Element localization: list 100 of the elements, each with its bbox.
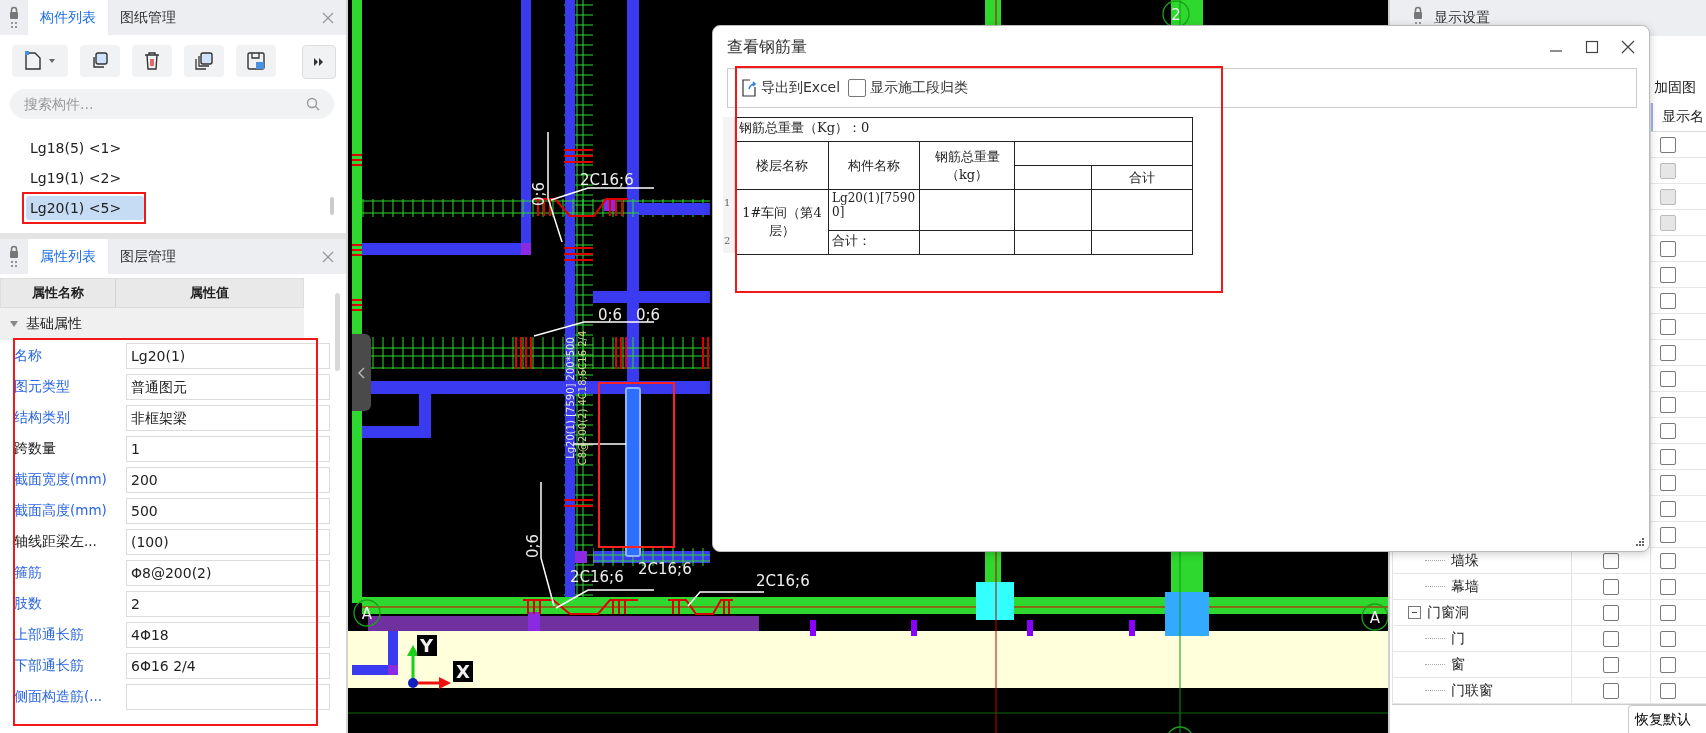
scrollbar[interactable] — [335, 293, 340, 371]
checkbox[interactable] — [1660, 318, 1676, 335]
copy-layers-button[interactable] — [184, 45, 224, 77]
property-name: 截面宽度(mm) — [14, 470, 108, 489]
new-file-icon — [24, 51, 42, 71]
panel-tab[interactable]: 图层管理 — [108, 239, 188, 274]
checkbox[interactable] — [1660, 344, 1676, 361]
delete-button[interactable] — [132, 45, 172, 77]
property-value-field[interactable] — [126, 683, 330, 710]
checkbox[interactable] — [1660, 526, 1676, 543]
panel-tab[interactable]: 图纸管理 — [108, 0, 188, 35]
checkbox[interactable] — [1603, 552, 1619, 569]
checkbox[interactable] — [1660, 474, 1676, 491]
checkbox[interactable] — [1660, 266, 1676, 283]
checkbox[interactable] — [1660, 500, 1676, 517]
checkbox[interactable] — [1660, 136, 1676, 153]
property-value-field[interactable]: 2 — [126, 590, 330, 617]
save-button[interactable] — [236, 45, 276, 77]
property-name: 上部通长筋 — [14, 625, 85, 644]
checkbox[interactable] — [1660, 604, 1676, 621]
search-field[interactable]: 搜索构件... — [10, 89, 334, 119]
component-list-item[interactable]: Lg19(1) <2> — [26, 166, 144, 190]
property-name: 肢数 — [14, 594, 43, 613]
property-name: 截面高度(mm) — [14, 501, 108, 520]
stage-checkbox[interactable]: 显示施工段归类 — [848, 79, 969, 97]
panel-title: 显示设置 — [1434, 9, 1490, 27]
axis-marker: A — [353, 599, 381, 627]
property-name: 图元类型 — [14, 377, 71, 396]
property-value-field[interactable]: 非框架梁 — [126, 404, 330, 431]
expand-toggle[interactable] — [1408, 606, 1421, 619]
property-group-header[interactable]: 基础属性 — [0, 308, 304, 340]
stacked-squares-icon — [194, 51, 214, 71]
maximize-icon[interactable] — [1585, 40, 1599, 54]
column-header: 合计 — [1091, 165, 1193, 190]
tree-item[interactable]: 幕墙 — [1451, 577, 1479, 596]
checkbox[interactable] — [1660, 370, 1676, 387]
checkbox[interactable] — [1660, 656, 1676, 673]
property-value-field[interactable]: 4Φ18 — [126, 621, 330, 648]
panel-tab[interactable]: 属性列表 — [28, 239, 108, 274]
row-number: 1 — [724, 197, 731, 208]
checkbox[interactable] — [1660, 630, 1676, 647]
more-button[interactable] — [302, 45, 336, 79]
property-value-field[interactable]: 普通图元 — [126, 373, 330, 400]
property-value-field[interactable]: 500 — [126, 497, 330, 524]
axis-marker — [1166, 726, 1194, 733]
checkbox[interactable] — [1603, 630, 1619, 647]
caret-icon[interactable] — [48, 58, 56, 64]
collapse-handle[interactable] — [352, 334, 371, 411]
checkbox[interactable] — [1603, 604, 1619, 621]
panel-tab[interactable]: 构件列表 — [28, 0, 108, 35]
scrollbar[interactable] — [330, 197, 334, 215]
checkbox[interactable] — [1660, 578, 1676, 595]
property-value-field[interactable]: Lg20(1) — [126, 342, 330, 369]
tree-item[interactable]: 门 — [1451, 629, 1465, 648]
checkbox[interactable] — [1660, 422, 1676, 439]
checkbox[interactable] — [1603, 656, 1619, 673]
checkbox[interactable] — [1660, 448, 1676, 465]
reset-button[interactable]: 恢复默认 — [1628, 705, 1706, 733]
table-cell: 合计： — [828, 230, 920, 255]
property-name: 轴线距梁左... — [14, 532, 98, 551]
property-name: 下部通长筋 — [14, 656, 85, 675]
column-header: 属性值 — [189, 284, 230, 302]
checkbox[interactable] — [1660, 682, 1676, 699]
copy-button[interactable] — [80, 45, 120, 77]
property-value-field[interactable]: 200 — [126, 466, 330, 493]
save-icon — [246, 51, 266, 71]
checkbox[interactable] — [1603, 682, 1619, 699]
lock-icon[interactable] — [8, 245, 20, 269]
lock-icon[interactable] — [8, 6, 20, 30]
tree-item[interactable]: 窗 — [1451, 655, 1465, 674]
close-icon[interactable] — [1621, 40, 1635, 54]
column-header: 属性名称 — [1, 279, 116, 307]
property-value-field[interactable]: 1 — [126, 435, 330, 462]
property-name: 名称 — [14, 346, 43, 365]
component-list-item[interactable]: Lg18(5) <1> — [26, 136, 144, 160]
tree-item[interactable]: 墙垛 — [1451, 551, 1479, 570]
property-value-field[interactable]: (100) — [126, 528, 330, 555]
triangle-icon — [10, 321, 18, 327]
axis-label: X — [453, 661, 473, 682]
row-number: 2 — [724, 235, 731, 246]
panel-tab[interactable]: 加固图 — [1654, 79, 1706, 103]
property-name: 箍筋 — [14, 563, 43, 582]
checkbox[interactable] — [1660, 396, 1676, 413]
tree-item[interactable]: 门窗洞 — [1427, 603, 1469, 622]
component-list-item[interactable]: Lg20(1) <5> — [26, 196, 144, 220]
checkbox[interactable] — [1660, 240, 1676, 257]
double-arrow-icon — [314, 58, 324, 66]
checkbox[interactable] — [1603, 578, 1619, 595]
property-value-field[interactable]: Φ8@200(2) — [126, 559, 330, 586]
property-name: 跨数量 — [14, 439, 57, 458]
axis-marker: A — [1361, 603, 1388, 631]
property-value-field[interactable]: 6Φ16 2/4 — [126, 652, 330, 679]
resize-grip-icon[interactable] — [1635, 537, 1645, 547]
checkbox[interactable] — [1660, 552, 1676, 569]
export-button[interactable]: 导出到Excel — [741, 79, 841, 97]
checkbox[interactable] — [1660, 292, 1676, 309]
axis-marker: 2 — [1162, 0, 1190, 28]
tree-item[interactable]: 门联窗 — [1451, 681, 1493, 700]
new-button[interactable] — [12, 45, 68, 77]
rebar-label: 0;6 — [530, 181, 548, 207]
